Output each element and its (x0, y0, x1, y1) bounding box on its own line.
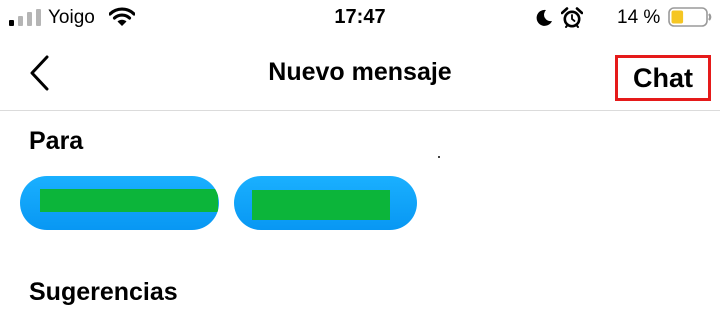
alarm-icon (561, 7, 583, 28)
recipient-chip[interactable] (234, 176, 417, 230)
status-bar: Yoigo 17:47 14 % (0, 0, 720, 38)
page-title: Nuevo mensaje (268, 58, 452, 86)
redaction-block (252, 190, 390, 220)
recipients-label: Para (29, 127, 84, 155)
recipient-chip[interactable] (20, 176, 219, 230)
moon-icon (536, 9, 552, 26)
stray-dot (438, 156, 440, 158)
chat-button[interactable]: Chat (615, 55, 711, 101)
suggestions-heading: Sugerencias (29, 278, 178, 306)
redaction-block (40, 189, 218, 212)
battery-percentage: 14 % (617, 7, 661, 28)
battery-icon (668, 7, 712, 27)
navigation-bar: Nuevo mensaje Chat (0, 38, 720, 111)
status-time: 17:47 (334, 6, 386, 28)
